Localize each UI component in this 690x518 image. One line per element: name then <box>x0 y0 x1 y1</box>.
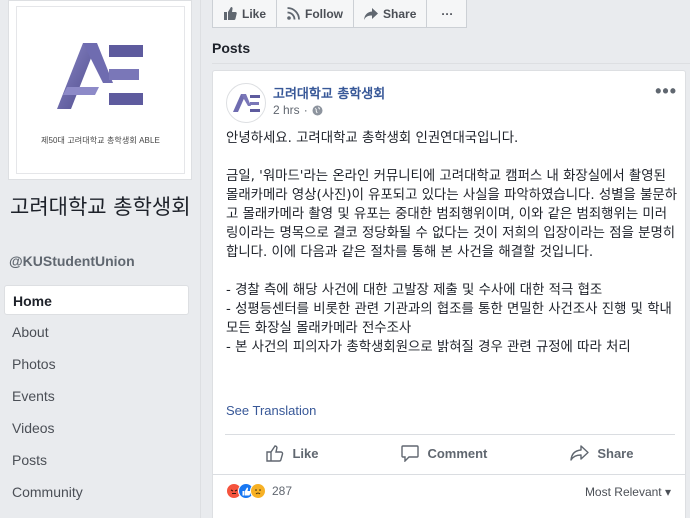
sad-reaction-icon <box>250 483 266 499</box>
post-paragraph: 금일, '워마드'라는 온라인 커뮤니티에 고려대학교 캠퍼스 내 화장실에서 … <box>226 169 678 260</box>
rss-icon <box>287 7 300 20</box>
left-column: 제50대 고려대학교 총학생회 ABLE 고려대학교 총학생회 @KUStude… <box>0 0 200 518</box>
page-like-button[interactable]: Like <box>213 0 278 27</box>
profile-picture-frame[interactable]: 제50대 고려대학교 총학생회 ABLE <box>8 0 192 180</box>
actions-divider <box>225 434 675 435</box>
see-translation-link[interactable]: See Translation <box>226 403 316 418</box>
page-share-label: Share <box>383 6 417 21</box>
reactions-summary[interactable]: 287 <box>226 483 292 499</box>
post-like-label: Like <box>292 445 319 461</box>
post-card: 고려대학교 총학생회 2 hrs · ••• 안녕하세요. 고려대학교 총학생회… <box>212 70 686 518</box>
post-meta: 2 hrs · <box>273 103 323 117</box>
page-follow-button[interactable]: Follow <box>277 0 355 27</box>
column-divider <box>200 0 201 518</box>
page-name[interactable]: 고려대학교 총학생회 <box>10 192 192 222</box>
page-like-label: Like <box>242 6 267 21</box>
profile-picture[interactable]: 제50대 고려대학교 총학생회 ABLE <box>16 6 185 174</box>
thumbs-up-outline-icon <box>266 444 284 462</box>
post-bullet: - 본 사건의 피의자가 총학생회원으로 밝혀질 경우 관련 규정에 따라 처리 <box>226 340 631 355</box>
post-author-name[interactable]: 고려대학교 총학생회 <box>273 83 385 102</box>
nav-item-posts[interactable]: Posts <box>4 445 189 477</box>
posts-heading: Posts <box>212 40 251 56</box>
nav-item-videos[interactable]: Videos <box>4 413 189 445</box>
post-timestamp[interactable]: 2 hrs <box>273 103 300 117</box>
reaction-count: 287 <box>272 484 293 498</box>
globe-icon[interactable] <box>312 105 323 116</box>
nav-item-community[interactable]: Community <box>4 477 189 509</box>
post-comment-label: Comment <box>427 445 488 461</box>
page-share-button[interactable]: Share <box>354 0 428 27</box>
nav-item-home[interactable]: Home <box>4 285 189 315</box>
post-actions: Like Comment Share <box>225 437 675 469</box>
logo-caption: 제50대 고려대학교 총학생회 ABLE <box>41 136 160 145</box>
post-body: 안녕하세요. 고려대학교 총학생회 인권연대국입니다. 금일, '워마드'라는 … <box>226 129 678 357</box>
meta-separator: · <box>303 103 308 117</box>
more-icon: ··· <box>441 6 454 21</box>
page-action-bar: Like Follow Share ··· <box>212 0 467 28</box>
nav-item-about[interactable]: About <box>4 317 189 349</box>
page-follow-label: Follow <box>305 6 344 21</box>
page-more-button[interactable]: ··· <box>427 0 467 27</box>
post-bullet: - 성평등센터를 비롯한 관련 기관과의 협조를 통한 면밀한 사건조사 진행 … <box>226 302 672 336</box>
posts-divider <box>212 63 690 64</box>
reactions-divider <box>213 474 685 475</box>
post-author-avatar[interactable] <box>226 83 266 123</box>
nav-item-photos[interactable]: Photos <box>4 349 189 381</box>
post-options-button[interactable]: ••• <box>655 81 677 102</box>
comment-sort-dropdown[interactable]: Most Relevant ▾ <box>585 485 671 499</box>
comment-icon <box>401 444 420 462</box>
share-arrow-icon <box>364 7 379 20</box>
thumbs-up-icon <box>224 7 237 20</box>
page-handle[interactable]: @KUStudentUnion <box>9 253 135 269</box>
able-logo <box>57 43 143 109</box>
page-nav: Home About Photos Events Videos Posts Co… <box>4 285 189 509</box>
post-comment-button[interactable]: Comment <box>401 444 488 462</box>
nav-item-events[interactable]: Events <box>4 381 189 413</box>
share-arrow-icon <box>570 445 590 461</box>
post-share-label: Share <box>597 445 634 461</box>
able-logo-small <box>233 94 260 112</box>
post-bullet: - 경찰 측에 해당 사건에 대한 고발장 제출 및 수사에 대한 적극 협조 <box>226 283 603 298</box>
post-share-button[interactable]: Share <box>570 445 633 461</box>
post-like-button[interactable]: Like <box>266 444 319 462</box>
post-paragraph: 안녕하세요. 고려대학교 총학생회 인권연대국입니다. <box>226 131 519 146</box>
